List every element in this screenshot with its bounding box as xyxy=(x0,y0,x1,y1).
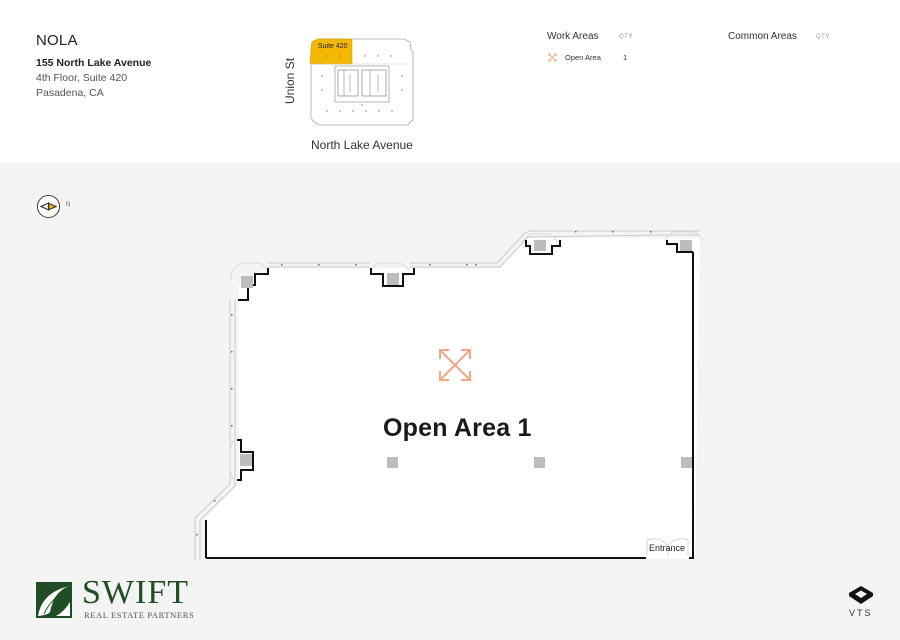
keymap-street-front: North Lake Avenue xyxy=(311,138,413,152)
legend-work-qty-header: QTY xyxy=(619,34,633,40)
legend-common-areas-title: Common Areas xyxy=(728,31,797,42)
column xyxy=(680,240,692,251)
keymap-street-side: Union St xyxy=(283,57,297,104)
column xyxy=(387,273,399,285)
column xyxy=(534,240,546,251)
address-suite: 4th Floor, Suite 420 xyxy=(36,72,128,84)
entrance-label: Entrance xyxy=(649,543,686,553)
floor-area-open-area-1 xyxy=(206,238,700,558)
column xyxy=(681,457,692,468)
swift-leaf-icon xyxy=(36,582,72,618)
keymap-suite-label: Suite 420 xyxy=(318,43,348,50)
vts-mark-icon xyxy=(849,586,873,604)
swift-logo: SWIFT REAL ESTATE PARTNERS xyxy=(36,576,216,622)
column xyxy=(240,454,252,466)
legend-item-open-area-qty: 1 xyxy=(623,53,628,62)
column xyxy=(241,276,253,288)
building-name: NOLA xyxy=(36,32,78,49)
address-street: 155 North Lake Avenue xyxy=(36,57,152,69)
swift-company-name: SWIFT xyxy=(82,574,189,611)
vts-logo: VTS xyxy=(846,586,876,626)
area-label-open-area-1: Open Area 1 xyxy=(383,414,532,442)
legend-common-qty-header: QTY xyxy=(816,34,830,40)
column xyxy=(534,457,545,468)
swift-company-tagline: REAL ESTATE PARTNERS xyxy=(84,610,195,620)
header: NOLA 155 North Lake Avenue 4th Floor, Su… xyxy=(0,0,900,163)
address-city: Pasadena, CA xyxy=(36,87,104,99)
legend-work-areas-title: Work Areas xyxy=(547,31,599,42)
expand-arrows-icon xyxy=(548,53,557,62)
vts-label: VTS xyxy=(849,608,873,618)
floor-plan xyxy=(194,230,704,560)
column xyxy=(387,457,398,468)
legend-item-open-area: Open Area xyxy=(565,53,601,62)
